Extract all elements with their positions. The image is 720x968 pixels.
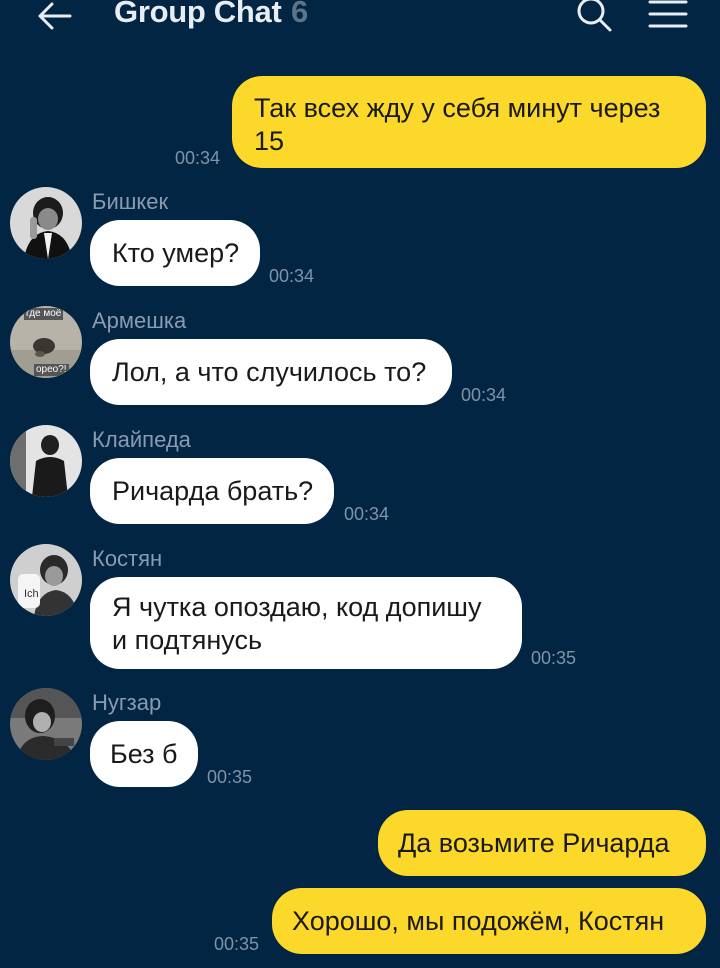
message-text: Без б [110,739,178,769]
chat-title[interactable]: Group Chat [114,0,282,30]
chat-header: Group Chat 6 [0,0,720,40]
message-text: Хорошо, мы подожём, Костян [292,906,665,936]
message-text: Так всех жду у себя минут через 15 [254,93,661,156]
sender-name: Нугзар [92,690,162,715]
sender-name: Клайпеда [92,427,191,452]
armeshka-avatar[interactable]: где моё орео?! [10,306,82,378]
sender-name: Костян [92,546,163,571]
message-incoming[interactable]: Я чутка опоздаю, код допишу и подтянусь [90,577,522,669]
message-text: Ричарда брать? [112,476,314,506]
bishkek-avatar[interactable] [10,187,82,259]
menu-icon [648,0,688,28]
message-text: Я чутка опоздаю, код допишу и подтянусь [112,592,482,655]
message-time: 00:34 [269,266,315,286]
sender-name: Армешка [92,308,187,333]
message-outgoing[interactable]: Хорошо, мы подожём, Костян [272,888,706,954]
message-outgoing[interactable]: Так всех жду у себя минут через 15 [232,76,706,168]
message-text: Кто умер? [112,238,240,268]
message-time: 00:35 [214,934,260,954]
message-incoming[interactable]: Кто умер? [90,220,260,286]
avatar-caption: Ich [24,588,39,600]
message-time: 00:35 [207,767,253,787]
avatar-caption: где моё [24,308,64,320]
back-arrow-icon [38,2,72,30]
klaipeda-avatar[interactable] [10,425,82,497]
message-incoming[interactable]: Лол, а что случилось то? [90,339,452,405]
back-button[interactable] [34,0,78,36]
search-button[interactable] [574,0,614,34]
message-incoming[interactable]: Без б [90,721,198,787]
kostyan-avatar[interactable]: Ich [10,544,82,616]
message-time: 00:34 [461,385,507,405]
message-time: 00:34 [175,148,221,168]
message-text: Лол, а что случилось то? [112,357,427,387]
member-count: 6 [291,0,309,29]
message-time: 00:35 [531,648,577,668]
search-icon [577,0,612,32]
message-time: 00:34 [344,504,390,524]
avatar-caption: орео?! [34,364,69,376]
menu-button[interactable] [646,0,690,36]
message-incoming[interactable]: Ричарда брать? [90,458,334,524]
message-outgoing[interactable]: Да возьмите Ричарда [378,810,706,876]
message-text: Да возьмите Ричарда [398,828,670,858]
nugzar-avatar[interactable] [10,688,82,760]
sender-name: Бишкек [92,189,169,214]
